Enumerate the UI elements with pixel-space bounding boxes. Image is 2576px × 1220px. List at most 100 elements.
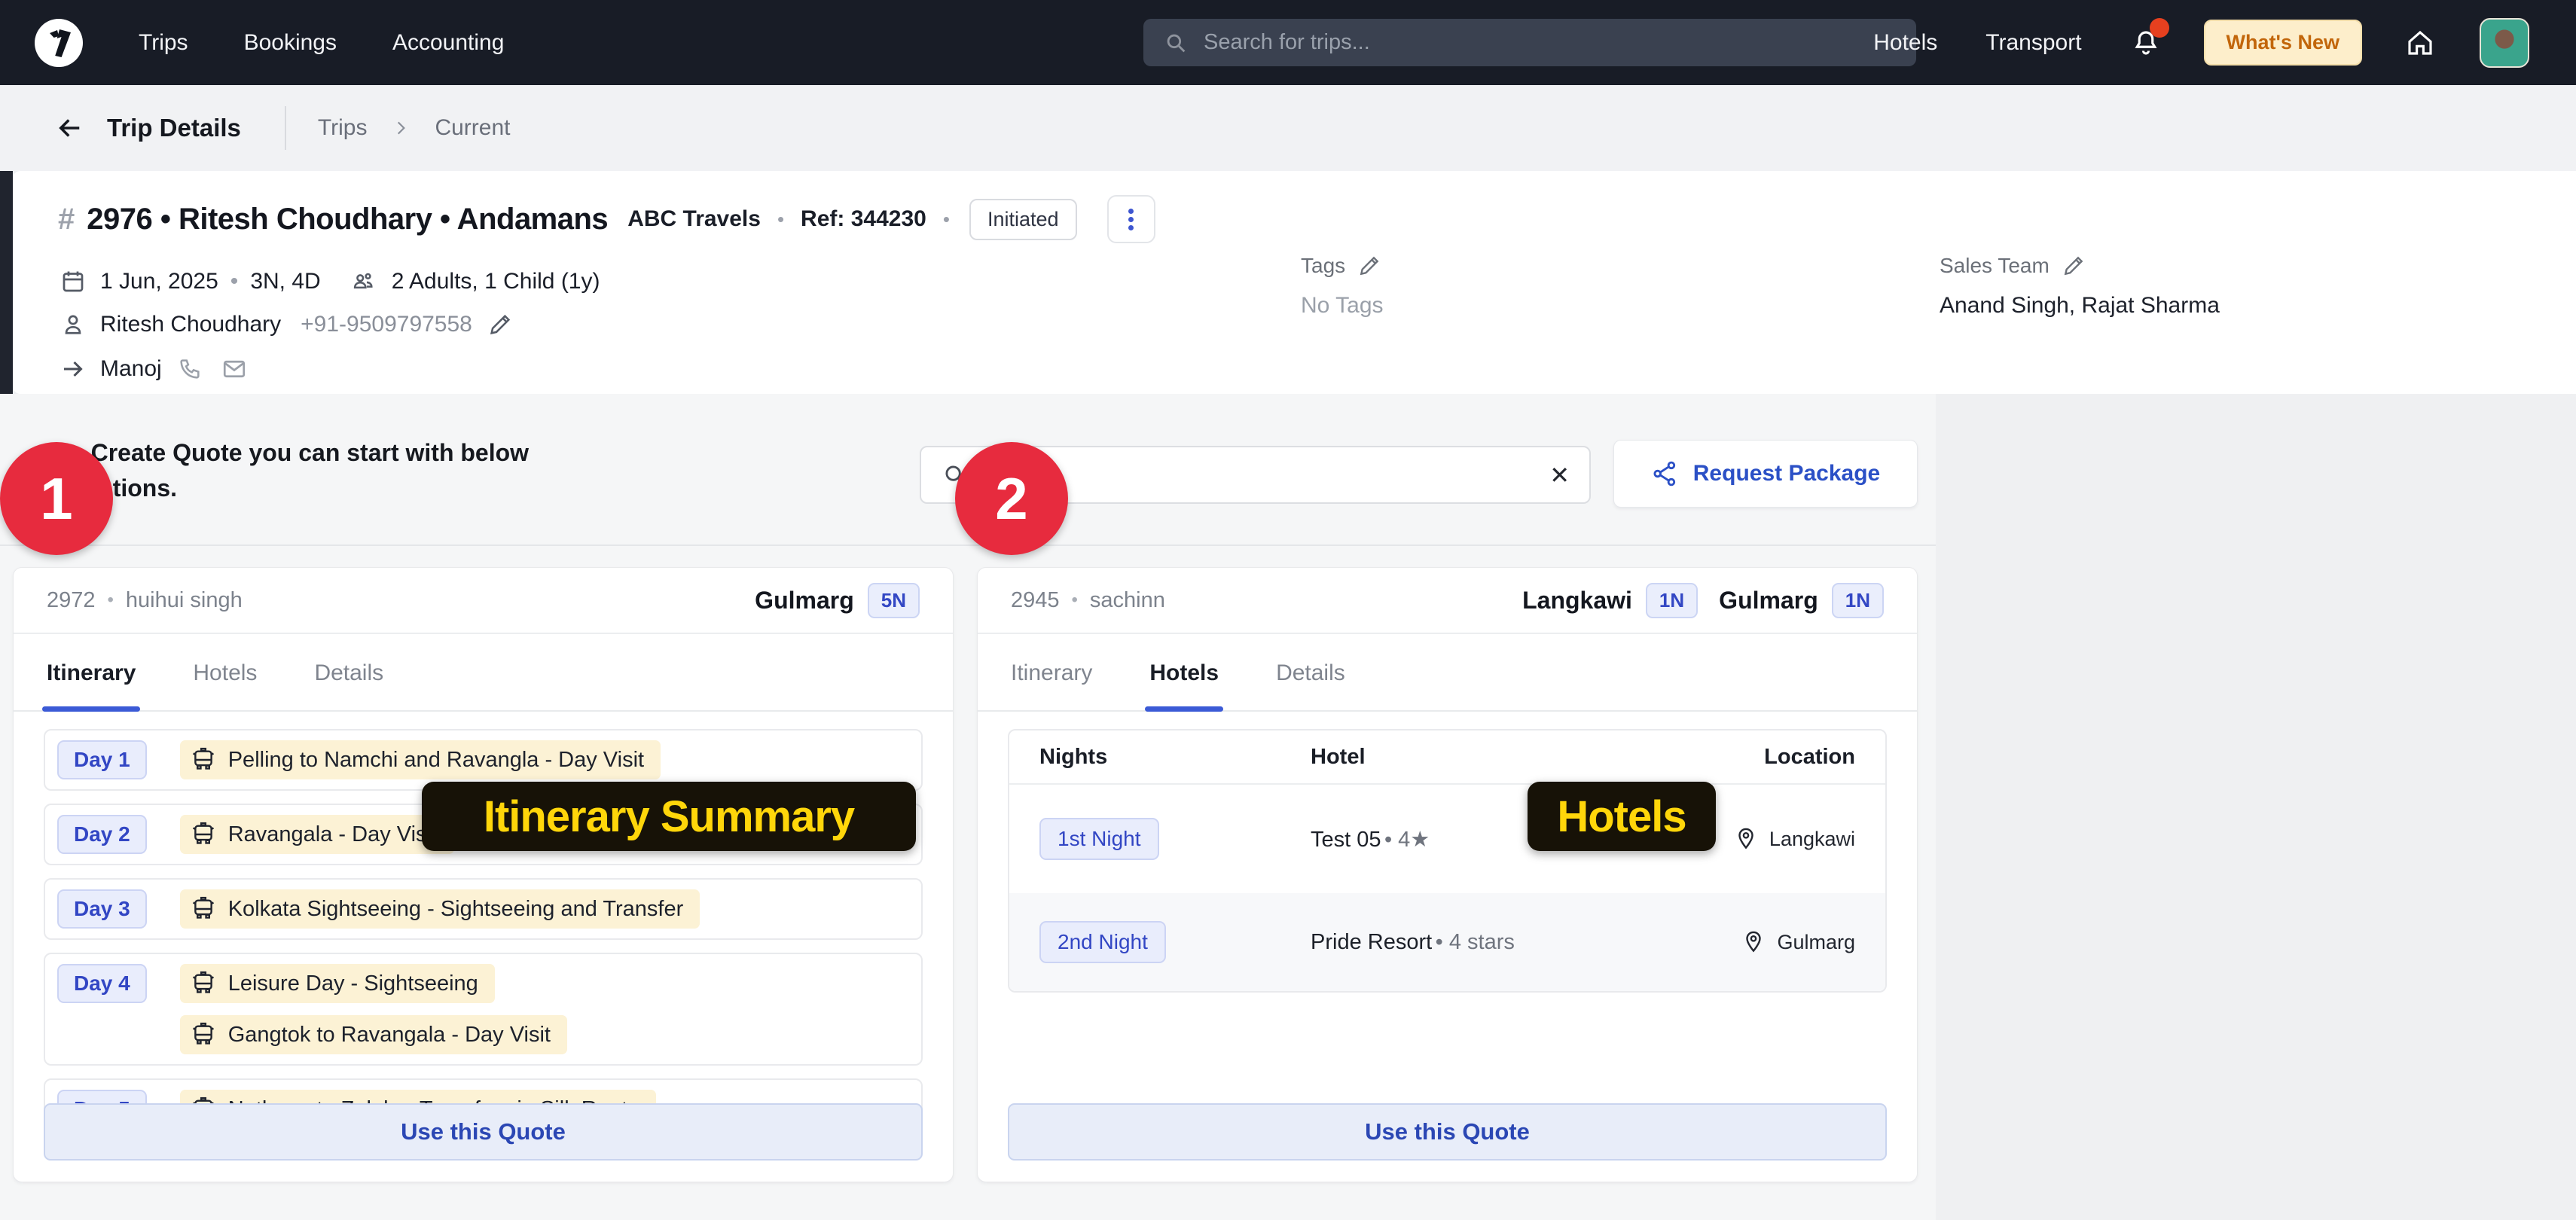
separator-dot: • — [230, 269, 239, 294]
col-location: Location — [1629, 745, 1855, 770]
calendar-icon — [60, 268, 87, 295]
quote-id: 2972 — [47, 588, 96, 613]
transfer-cab-icon — [191, 896, 216, 922]
transfer-cab-icon — [191, 1022, 216, 1048]
left-edge-strip — [0, 171, 13, 394]
page-title: Trip Details — [107, 114, 241, 142]
separator-dot: • — [1384, 828, 1392, 852]
trip-duration: 3N, 4D — [250, 269, 320, 294]
hotels-table: Nights Hotel Location 1st Night Test 05 … — [1008, 729, 1887, 993]
trip-header-card: # 2976 • Ritesh Choudhary • Andamans ABC… — [13, 171, 2576, 394]
tab-details[interactable]: Details — [1276, 634, 1345, 712]
whats-new-button[interactable]: What's New — [2204, 20, 2362, 66]
tab-hotels[interactable]: Hotels — [193, 634, 257, 712]
request-package-label: Request Package — [1693, 461, 1880, 486]
sales-team-label: Sales Team — [1940, 254, 2050, 278]
transfer-cab-icon — [191, 971, 216, 996]
quote-id: 2945 — [1011, 588, 1060, 613]
breadcrumb-trips[interactable]: Trips — [318, 115, 368, 141]
request-package-button[interactable]: Request Package — [1613, 440, 1918, 508]
trip-title: 2976 • Ritesh Choudhary • Andamans — [87, 203, 608, 236]
day-badge: Day 4 — [57, 964, 147, 1003]
transfer-cab-icon — [191, 822, 216, 847]
itinerary-item-text: Kolkata Sightseeing - Sightseeing and Tr… — [228, 897, 684, 922]
person-icon — [60, 311, 87, 338]
hotels-table-header: Nights Hotel Location — [1009, 730, 1885, 785]
hotel-stars: 4★ — [1398, 828, 1430, 852]
trip-pax: 2 Adults, 1 Child (1y) — [392, 269, 600, 294]
user-avatar[interactable] — [2480, 18, 2529, 68]
trip-date: 1 Jun, 2025 — [100, 269, 218, 294]
quote-card-2972: 2972 • huihui singh Gulmarg 5N Itinerary… — [13, 567, 954, 1182]
col-nights: Nights — [1039, 745, 1311, 770]
trip-search-bar[interactable] — [1143, 19, 1916, 66]
tab-details[interactable]: Details — [314, 634, 383, 712]
hotel-location: Gulmarg — [1777, 931, 1855, 954]
night-badge: 2nd Night — [1039, 921, 1166, 963]
trip-menu-button[interactable] — [1107, 195, 1155, 243]
destination-name: Gulmarg — [1719, 587, 1818, 615]
nav-hotels[interactable]: Hotels — [1873, 30, 1937, 56]
notifications-button[interactable] — [2130, 27, 2162, 59]
nav-accounting[interactable]: Accounting — [392, 30, 504, 56]
nav-trips[interactable]: Trips — [139, 30, 188, 56]
tags-value: No Tags — [1301, 293, 1384, 319]
breadcrumb-current: Current — [435, 115, 510, 141]
create-quote-intro: To Create Quote you can start with below… — [56, 435, 554, 506]
day-badge: Day 1 — [57, 740, 147, 779]
itinerary-item: Ravangala - Day Visit — [180, 815, 454, 854]
quote-search-input[interactable] — [984, 462, 1549, 487]
hotel-row: 1st Night Test 05 • 4★ Langkawi — [1009, 785, 1885, 893]
nights-badge: 5N — [868, 583, 920, 618]
search-icon — [1163, 30, 1189, 56]
use-this-quote-button[interactable]: Use this Quote — [44, 1103, 923, 1161]
share-icon — [1651, 459, 1680, 488]
home-button[interactable] — [2404, 27, 2436, 59]
divider — [285, 106, 286, 150]
edit-tags-icon[interactable] — [1357, 254, 1381, 278]
annotation-hotels: Hotels — [1528, 782, 1716, 851]
quote-card-2945: 2945 • sachinn Langkawi 1N Gulmarg 1N It… — [977, 567, 1918, 1182]
trip-search-input[interactable] — [1204, 30, 1882, 55]
day-badge: Day 3 — [57, 889, 147, 929]
trip-hash: # — [58, 203, 75, 236]
top-navbar: Trips Bookings Accounting Hotels Transpo… — [0, 0, 2576, 85]
kebab-menu-icon — [1128, 206, 1134, 233]
tab-hotels[interactable]: Hotels — [1149, 634, 1219, 712]
notification-dot — [2150, 18, 2169, 38]
itinerary-item: Kolkata Sightseeing - Sightseeing and Tr… — [180, 889, 700, 929]
tab-itinerary[interactable]: Itinerary — [47, 634, 136, 712]
edit-client-icon[interactable] — [487, 312, 513, 337]
nav-bookings[interactable]: Bookings — [244, 30, 337, 56]
separator-dot: • — [108, 590, 114, 611]
travellers-icon — [349, 267, 378, 296]
quote-client: sachinn — [1090, 588, 1165, 613]
divider — [0, 544, 1936, 546]
separator-dot: • — [777, 208, 784, 231]
phone-icon[interactable] — [177, 356, 203, 382]
hotel-stars: 4 stars — [1449, 930, 1515, 954]
itinerary-item: Pelling to Namchi and Ravangla - Day Vis… — [180, 740, 661, 779]
edit-sales-team-icon[interactable] — [2062, 254, 2086, 278]
destination-name: Gulmarg — [755, 587, 854, 615]
breadcrumb-bar: Trip Details Trips Current — [0, 85, 2576, 171]
client-phone: +91-9509797558 — [301, 312, 472, 337]
itinerary-item-text: Leisure Day - Sightseeing — [228, 971, 478, 996]
app-logo-icon[interactable] — [35, 19, 83, 67]
separator-dot: • — [1436, 930, 1443, 954]
hotel-location: Langkawi — [1769, 828, 1855, 851]
back-button[interactable] — [54, 112, 86, 144]
mail-icon[interactable] — [221, 355, 248, 383]
use-this-quote-button[interactable]: Use this Quote — [1008, 1103, 1887, 1161]
trip-agency: ABC Travels — [627, 206, 761, 232]
hotel-row: 2nd Night Pride Resort • 4 stars Gulmarg — [1009, 893, 1885, 991]
tab-itinerary[interactable]: Itinerary — [1011, 634, 1092, 712]
itinerary-item-text: Gangtok to Ravangala - Day Visit — [228, 1023, 551, 1048]
clear-search-icon[interactable]: ✕ — [1549, 461, 1570, 490]
itinerary-item: Gangtok to Ravangala - Day Visit — [180, 1015, 567, 1054]
status-badge: Initiated — [969, 199, 1077, 240]
right-rail: Follow-ups Only 5 start hotels (This is … — [1936, 394, 2576, 1220]
hotel-name: Pride Resort — [1311, 930, 1432, 954]
col-hotel: Hotel — [1311, 745, 1629, 770]
nav-transport[interactable]: Transport — [1985, 30, 2081, 56]
